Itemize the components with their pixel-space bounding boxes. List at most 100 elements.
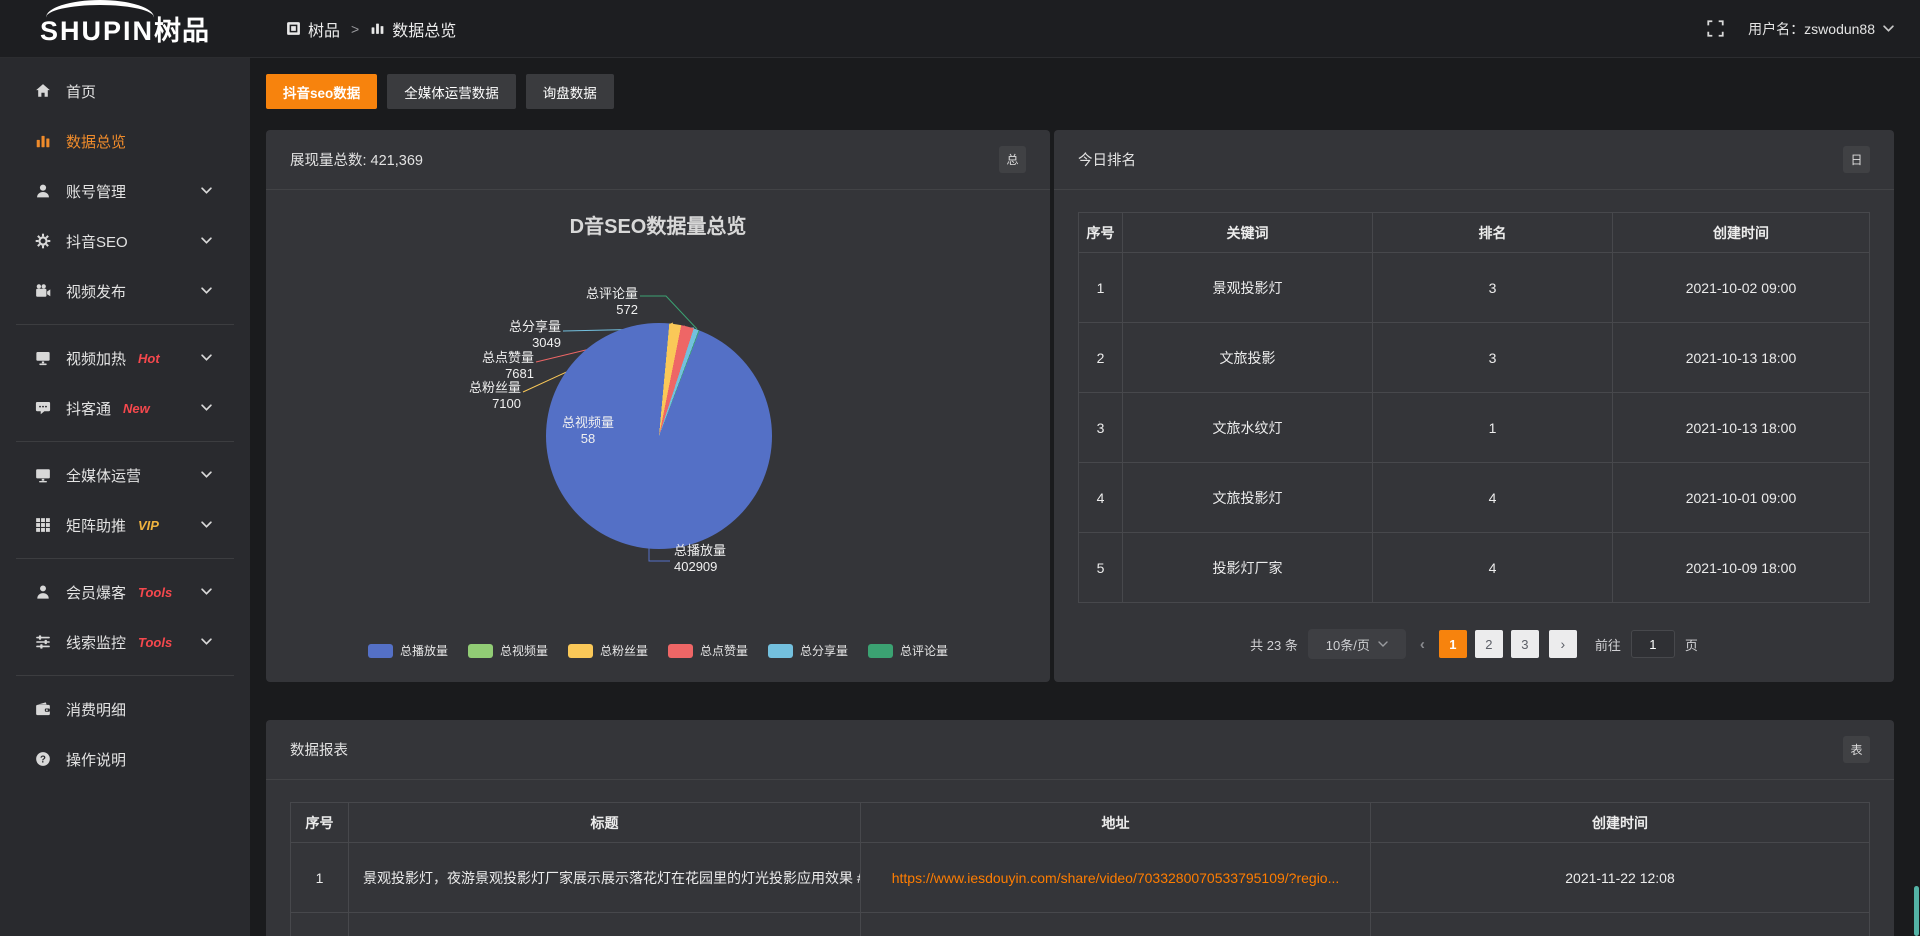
table-row: 5投影灯厂家42021-10-09 18:00	[1079, 533, 1870, 603]
sidebar-item-label: 操作说明	[66, 749, 126, 770]
page-button-1[interactable]: 1	[1439, 630, 1467, 658]
legend-item[interactable]: 总粉丝量	[568, 642, 648, 659]
sidebar-item-label: 视频加热	[66, 348, 126, 369]
tab-2[interactable]: 询盘数据	[526, 74, 614, 109]
screen-icon	[34, 350, 51, 366]
table-cell: 3	[1373, 323, 1613, 393]
tab-0[interactable]: 抖音seo数据	[266, 74, 377, 109]
column-header: 排名	[1373, 213, 1613, 253]
sidebar-item-label: 抖音SEO	[66, 231, 128, 252]
page-button-3[interactable]: 3	[1511, 630, 1539, 658]
next-page-button[interactable]: ›	[1549, 630, 1577, 658]
report-panel-title: 数据报表	[290, 739, 348, 760]
sidebar-item-label: 账号管理	[66, 181, 126, 202]
window-icon	[286, 21, 301, 36]
sidebar-item-8[interactable]: 矩阵助推 VIP	[0, 500, 250, 550]
page-button-2[interactable]: 2	[1475, 630, 1503, 658]
sidebar-item-7[interactable]: 全媒体运营	[0, 450, 250, 500]
sidebar-item-5[interactable]: 视频加热 Hot	[0, 333, 250, 383]
chevron-down-icon	[198, 588, 215, 596]
breadcrumb-root[interactable]: 树品	[286, 17, 340, 41]
breadcrumb-current[interactable]: 数据总览	[370, 17, 456, 41]
table-row	[291, 913, 1870, 936]
sidebar-item-10[interactable]: 线索监控Tools	[0, 617, 250, 667]
sidebar-item-label: 线索监控	[66, 632, 126, 653]
table-cell: 4	[1373, 463, 1613, 533]
table-cell: 2021-10-02 09:00	[1613, 253, 1870, 323]
sidebar-item-badge: Hot	[138, 351, 160, 366]
sidebar-item-11[interactable]: 消费明细	[0, 684, 250, 734]
tab-1[interactable]: 全媒体运营数据	[387, 74, 516, 109]
pie-label-shares: 总分享量3049	[471, 319, 561, 352]
goto-label: 前往	[1595, 635, 1621, 654]
column-header: 序号	[1079, 213, 1123, 253]
sidebar-item-9[interactable]: 会员爆客 Tools	[0, 567, 250, 617]
day-view-badge[interactable]: 日	[1843, 146, 1870, 173]
sidebar-item-badge: Tools	[138, 585, 172, 600]
sidebar-item-label: 消费明细	[66, 699, 126, 720]
chevron-down-icon	[198, 237, 215, 245]
breadcrumb-separator: >	[351, 21, 359, 37]
table-cell: 2021-10-09 18:00	[1613, 533, 1870, 603]
chevron-down-icon	[198, 471, 215, 479]
sidebar-item-label: 会员爆客	[66, 582, 126, 603]
sidebar: 首页数据总览账号管理抖音SEO 视频发布视频加热 Hot 抖客通New 全媒体运营矩阵助…	[0, 58, 250, 936]
column-header: 标题	[349, 803, 861, 843]
chevron-down-icon	[198, 521, 215, 529]
legend-swatch	[868, 644, 893, 658]
page-size-select[interactable]: 10条/页	[1308, 629, 1406, 659]
legend-item[interactable]: 总播放量	[368, 642, 448, 659]
sidebar-item-4[interactable]: 视频发布	[0, 266, 250, 316]
sidebar-item-3[interactable]: 抖音SEO	[0, 216, 250, 266]
sidebar-item-6[interactable]: 抖客通New	[0, 383, 250, 433]
column-header: 序号	[291, 803, 349, 843]
chevron-down-icon	[198, 354, 215, 362]
legend-item[interactable]: 总分享量	[768, 642, 848, 659]
bar-chart-icon	[370, 21, 385, 36]
sidebar-item-12[interactable]: ? 操作说明	[0, 734, 250, 784]
goto-page-input[interactable]	[1631, 630, 1675, 658]
sidebar-item-label: 全媒体运营	[66, 465, 141, 486]
data-report-table: 序号标题地址创建时间 1景观投影灯，夜游景观投影灯厂家展示展示落花灯在花园里的灯…	[290, 802, 1870, 936]
video-link[interactable]: https://www.iesdouyin.com/share/video/70…	[892, 870, 1340, 886]
legend-swatch	[568, 644, 593, 658]
goto-suffix: 页	[1685, 635, 1698, 654]
fullscreen-icon[interactable]	[1707, 20, 1724, 37]
scrollbar-thumb[interactable]	[1914, 886, 1919, 936]
data-tabs: 抖音seo数据全媒体运营数据询盘数据	[266, 74, 614, 109]
total-view-badge[interactable]: 总	[999, 146, 1026, 173]
logo-text-cn: 树品	[154, 16, 210, 46]
prev-page-button[interactable]: ‹	[1416, 636, 1429, 653]
sidebar-item-1[interactable]: 数据总览	[0, 116, 250, 166]
breadcrumb: 树品 > 数据总览	[286, 17, 456, 41]
user-menu[interactable]: 用户名：zswodun88	[1748, 19, 1894, 39]
legend-item[interactable]: 总点赞量	[668, 642, 748, 659]
help-icon: ?	[34, 751, 51, 767]
legend-item[interactable]: 总视频量	[468, 642, 548, 659]
table-cell: 2	[1079, 323, 1123, 393]
column-header: 创建时间	[1613, 213, 1870, 253]
sidebar-item-label: 数据总览	[66, 131, 126, 152]
table-view-badge[interactable]: 表	[1843, 736, 1870, 763]
svg-text:?: ?	[40, 754, 46, 765]
legend-item[interactable]: 总评论量	[868, 642, 948, 659]
pie-label-likes: 总点赞量7681	[444, 350, 534, 383]
chevron-down-icon	[1883, 25, 1894, 33]
wallet-icon	[34, 701, 51, 717]
logo-text-en: SHUPIN	[40, 16, 154, 46]
table-cell: 2021-10-13 18:00	[1613, 323, 1870, 393]
member-icon	[34, 584, 51, 600]
page-numbers: 123	[1439, 630, 1539, 658]
table-cell: 文旅投影灯	[1123, 463, 1373, 533]
table-row: 3文旅水纹灯12021-10-13 18:00	[1079, 393, 1870, 463]
chat-icon	[34, 400, 51, 416]
table-cell-time: 2021-11-22 12:08	[1371, 843, 1870, 913]
sidebar-item-badge: VIP	[138, 518, 159, 533]
sidebar-item-label: 矩阵助推	[66, 515, 126, 536]
sidebar-item-2[interactable]: 账号管理	[0, 166, 250, 216]
table-cell: 5	[1079, 533, 1123, 603]
top-bar: SHUPIN树品 树品 > 数据总览 用户名：zswodun88	[0, 0, 1920, 58]
today-panel-title: 今日排名	[1078, 149, 1136, 170]
sidebar-item-label: 首页	[66, 81, 96, 102]
sidebar-item-0[interactable]: 首页	[0, 66, 250, 116]
